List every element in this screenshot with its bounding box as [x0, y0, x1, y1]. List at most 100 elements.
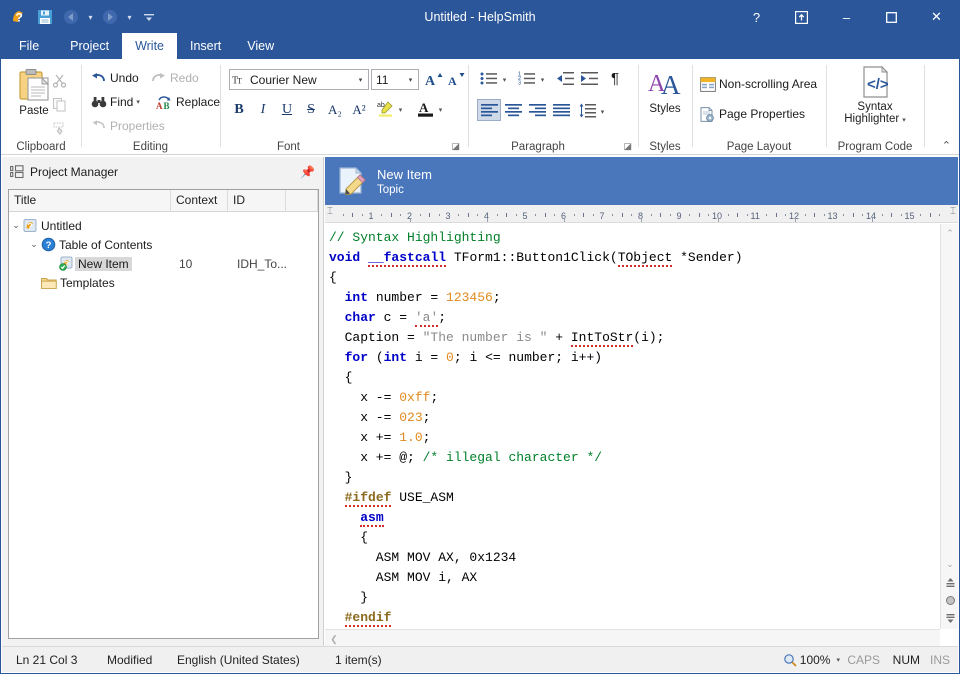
- tree-column-title[interactable]: Title: [9, 190, 171, 211]
- code-token: (: [368, 350, 384, 365]
- subscript-button[interactable]: A₂: [323, 99, 347, 121]
- expand-chevron-icon[interactable]: ⌄: [9, 220, 23, 231]
- align-left-button[interactable]: [477, 99, 501, 121]
- horizontal-ruler[interactable]: ⌶ ⌶ 1 2 3 4 5 6 7 8 9 10 11 12 13 14 15: [325, 205, 958, 223]
- underline-button[interactable]: U: [275, 99, 299, 121]
- app-icon[interactable]: ?: [7, 5, 31, 29]
- ribbon-display-options-button[interactable]: [779, 1, 824, 33]
- horizontal-scrollbar[interactable]: ❮: [325, 629, 940, 647]
- superscript-button[interactable]: A²: [347, 99, 371, 121]
- project-tree[interactable]: Title Context ID ⌄ ? Untitled ⌄ ? Table …: [8, 189, 319, 639]
- tab-file[interactable]: File: [1, 33, 57, 59]
- line-spacing-dropdown-button[interactable]: ▾: [595, 101, 607, 123]
- tree-row-untitled[interactable]: ⌄ ? Untitled: [9, 216, 318, 235]
- auto-hide-pin-icon[interactable]: 📌: [300, 165, 315, 179]
- close-button[interactable]: ✕: [914, 1, 959, 33]
- zoom-control[interactable]: 100% ▾: [783, 653, 840, 667]
- redo-icon[interactable]: [98, 5, 122, 29]
- previous-object-button[interactable]: [941, 573, 959, 591]
- ribbon-group-font: T T Courier New ▾ 11 ▾ A A B I U S A₂ A²…: [221, 59, 466, 155]
- tab-write[interactable]: Write: [122, 33, 177, 59]
- undo-dropdown-icon[interactable]: ▾: [85, 5, 96, 29]
- find-button[interactable]: Find ▾: [90, 91, 140, 113]
- redo-button[interactable]: Redo: [150, 67, 199, 89]
- syntax-highlighter-button[interactable]: </> Syntax Highlighter ▾: [843, 65, 907, 127]
- right-indent-marker[interactable]: ⌶: [950, 206, 956, 217]
- highlighter-icon: ab: [377, 100, 393, 117]
- tab-stop-marker[interactable]: [487, 218, 488, 222]
- non-scrolling-area-button[interactable]: Non-scrolling Area: [699, 73, 817, 95]
- chevron-down-icon[interactable]: ▾: [403, 76, 418, 84]
- chevron-down-icon[interactable]: ▾: [353, 76, 368, 84]
- undo-button[interactable]: Undo: [90, 67, 139, 89]
- maximize-button[interactable]: [869, 1, 914, 33]
- numbering-dropdown-button[interactable]: ▾: [535, 69, 547, 91]
- shrink-font-button[interactable]: A: [447, 68, 467, 90]
- left-indent-marker[interactable]: ⌶: [327, 206, 333, 217]
- cut-button[interactable]: [51, 69, 71, 91]
- tab-stop-marker[interactable]: [410, 218, 411, 222]
- justify-button[interactable]: [549, 99, 573, 121]
- customize-qat-icon[interactable]: [137, 5, 161, 29]
- decrease-indent-button[interactable]: [553, 67, 577, 89]
- status-bar: Ln 21 Col 3 Modified English (United Sta…: [2, 646, 958, 672]
- paragraph-dialog-launcher[interactable]: ◪: [623, 141, 632, 152]
- tab-stop-marker[interactable]: [641, 218, 642, 222]
- tab-stop-marker[interactable]: [718, 218, 719, 222]
- expand-chevron-icon[interactable]: ⌄: [27, 239, 41, 250]
- italic-button[interactable]: I: [251, 99, 275, 121]
- tree-row-new-item[interactable]: ? New Item 10 IDH_To...: [9, 254, 318, 273]
- status-language[interactable]: English (United States): [177, 653, 300, 667]
- vertical-scrollbar[interactable]: ⌃ ⌄: [940, 224, 958, 629]
- minimize-button[interactable]: –: [824, 1, 869, 33]
- tree-column-context[interactable]: Context: [171, 190, 228, 211]
- tree-column-id[interactable]: ID: [228, 190, 286, 211]
- tab-view[interactable]: View: [234, 33, 287, 59]
- ruler-tick: [746, 214, 748, 216]
- page-properties-button[interactable]: Page Properties: [699, 103, 805, 125]
- grow-font-button[interactable]: A: [424, 68, 444, 90]
- select-browse-object-button[interactable]: [941, 591, 959, 609]
- status-caps: CAPS: [847, 652, 880, 667]
- find-dropdown-icon[interactable]: ▾: [136, 98, 140, 106]
- scroll-up-arrow-icon[interactable]: ⌃: [941, 224, 959, 242]
- font-size-combo[interactable]: 11 ▾: [371, 69, 419, 90]
- code-content[interactable]: // Syntax Highlighting void __fastcall TF…: [329, 228, 940, 629]
- font-family-combo[interactable]: T T Courier New ▾: [229, 69, 369, 90]
- undo-icon[interactable]: [59, 5, 83, 29]
- next-object-button[interactable]: [941, 609, 959, 627]
- save-icon[interactable]: [33, 5, 57, 29]
- tab-stop-marker[interactable]: [564, 218, 565, 222]
- status-modified: Modified: [107, 652, 153, 667]
- properties-label: Properties: [110, 119, 165, 133]
- bold-button[interactable]: B: [227, 99, 251, 121]
- status-item-count: 1 item(s): [335, 652, 382, 667]
- redo-dropdown-icon[interactable]: ▾: [124, 5, 135, 29]
- copy-button[interactable]: [51, 93, 71, 115]
- chevron-down-icon[interactable]: ▾: [902, 117, 906, 124]
- chevron-down-icon[interactable]: ▾: [836, 656, 840, 664]
- strikethrough-button[interactable]: S: [299, 99, 323, 121]
- show-formatting-marks-button[interactable]: ¶: [603, 67, 627, 89]
- collapse-ribbon-button[interactable]: ⌃: [942, 139, 951, 152]
- highlight-dropdown-button[interactable]: ▾: [393, 99, 405, 121]
- styles-button[interactable]: A A Styles: [639, 69, 691, 115]
- scroll-down-arrow-icon[interactable]: ⌄: [941, 555, 959, 573]
- tab-stop-marker[interactable]: [872, 218, 873, 222]
- properties-button[interactable]: Properties: [90, 115, 165, 137]
- tree-row-table-of-contents[interactable]: ⌄ ? Table of Contents: [9, 235, 318, 254]
- replace-button[interactable]: A B Replace: [156, 91, 220, 113]
- tree-row-templates[interactable]: Templates: [9, 273, 318, 292]
- format-painter-button[interactable]: [51, 117, 71, 139]
- ruler-tick: [496, 214, 498, 216]
- tab-stop-marker[interactable]: [795, 218, 796, 222]
- code-editing-area[interactable]: // Syntax Highlighting void __fastcall TF…: [325, 224, 940, 629]
- align-center-button[interactable]: [501, 99, 525, 121]
- help-button[interactable]: ?: [734, 1, 779, 33]
- align-right-button[interactable]: [525, 99, 549, 121]
- font-color-dropdown-button[interactable]: ▾: [433, 99, 445, 121]
- tab-project[interactable]: Project: [57, 33, 122, 59]
- bullets-dropdown-button[interactable]: ▾: [497, 69, 509, 91]
- increase-indent-button[interactable]: [577, 67, 601, 89]
- tab-insert[interactable]: Insert: [177, 33, 234, 59]
